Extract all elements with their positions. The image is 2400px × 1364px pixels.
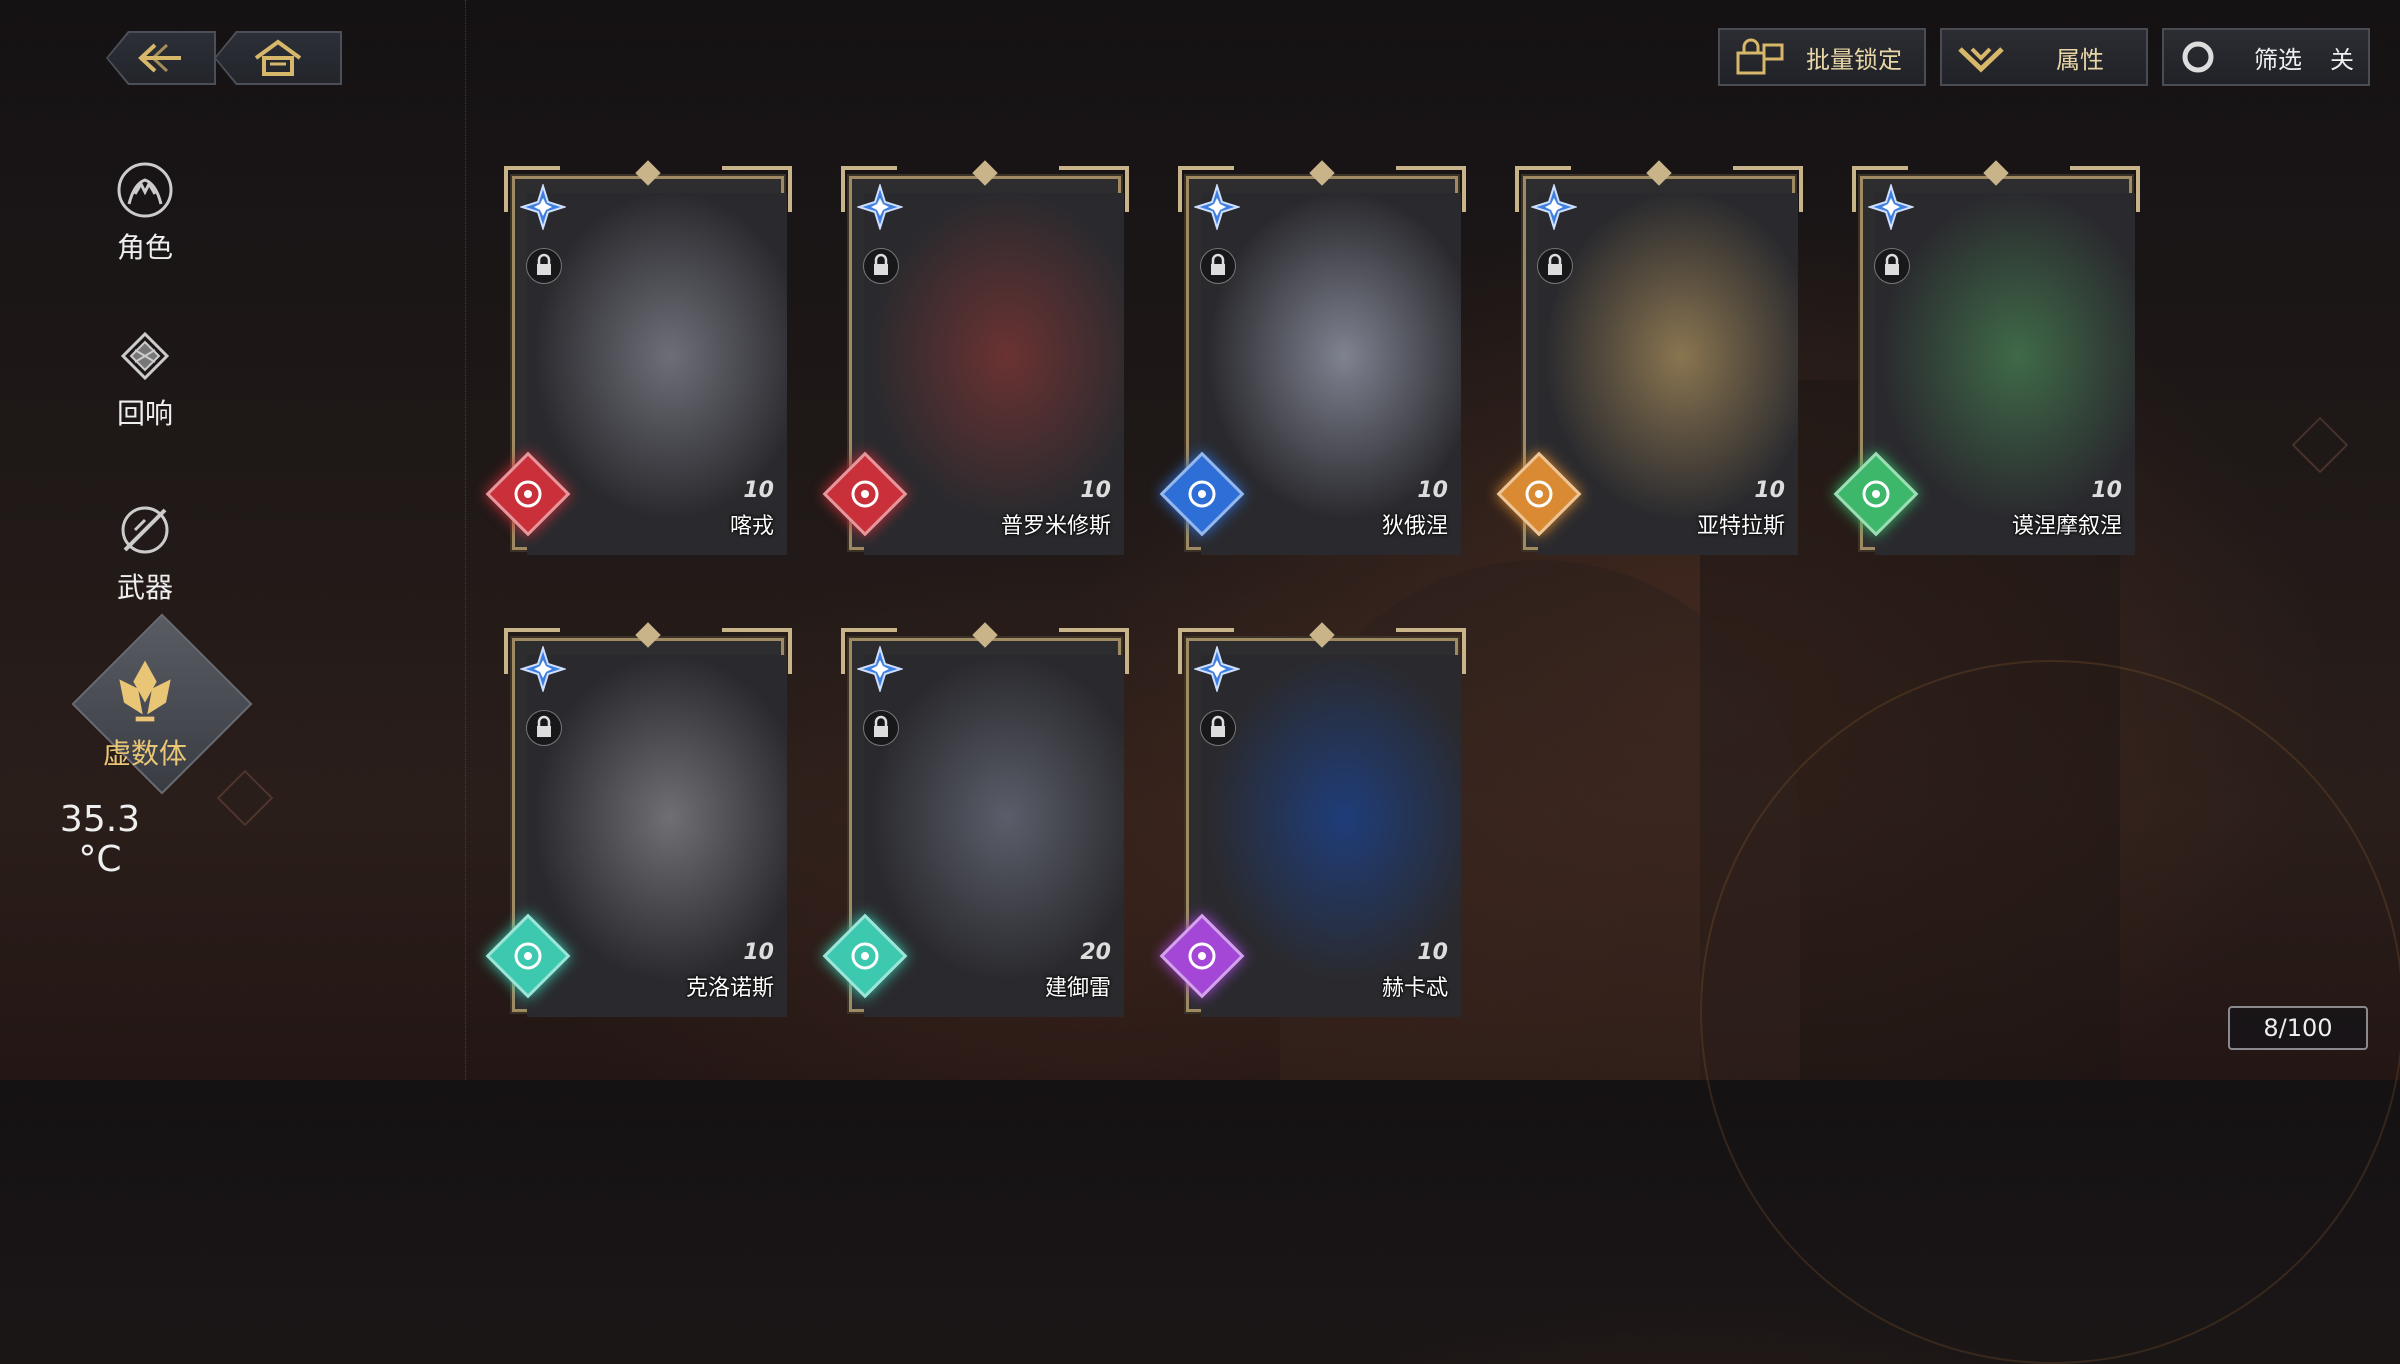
- card-level: 10: [743, 940, 774, 965]
- lock-icon: [537, 715, 551, 737]
- home-button[interactable]: [214, 31, 342, 85]
- sidebar-item-label: 角色: [116, 231, 173, 264]
- element-badge: [822, 913, 908, 999]
- back-arrow-icon: [138, 43, 181, 73]
- lock-icon: [537, 253, 551, 275]
- lock-icon: [874, 253, 888, 275]
- attribute-icon: [1958, 47, 2004, 73]
- temperature-readout: 35.3 °C: [40, 800, 160, 880]
- lock-icon: [1211, 253, 1225, 275]
- card-level: 10: [1754, 478, 1785, 503]
- card-level: 10: [743, 478, 774, 503]
- echo-icon: [120, 331, 170, 381]
- imaginary-card-6[interactable]: 10 克洛诺斯: [485, 622, 790, 1020]
- attribute-button[interactable]: 属性: [1940, 28, 2148, 86]
- sidebar-item-weapon[interactable]: 武器: [80, 500, 210, 606]
- card-level: 20: [1080, 940, 1111, 965]
- element-badge: [485, 451, 571, 537]
- imaginary-card-7[interactable]: 20 建御雷: [822, 622, 1127, 1020]
- element-icon: [1188, 942, 1216, 970]
- lock-icon: [1211, 715, 1225, 737]
- sidebar-item-label: 虚数体: [102, 737, 187, 770]
- lock-toggle[interactable]: [1537, 248, 1573, 284]
- temperature-value: 35.3: [59, 799, 141, 840]
- lock-toggle[interactable]: [863, 248, 899, 284]
- element-icon: [851, 942, 879, 970]
- imaginary-card-8[interactable]: 10 赫卡忒: [1159, 622, 1464, 1020]
- card-name: 建御雷: [1044, 976, 1111, 1001]
- home-icon: [254, 39, 302, 76]
- filter-state: 关: [2330, 45, 2354, 74]
- imaginary-card-1[interactable]: 10 喀戎: [485, 160, 790, 558]
- background-diamond: [216, 769, 274, 827]
- imaginary-card-5[interactable]: 10 谟涅摩叙涅: [1833, 160, 2138, 558]
- batch-lock-icon: [1736, 38, 1784, 75]
- sidebar-item-label: 回响: [116, 397, 173, 430]
- toggle-circle-icon: [2182, 41, 2214, 73]
- rank-star-icon: [857, 184, 903, 230]
- card-level: 10: [1080, 478, 1111, 503]
- element-icon: [851, 480, 879, 508]
- element-badge: [822, 451, 908, 537]
- rank-star-icon: [1194, 184, 1240, 230]
- lock-toggle[interactable]: [863, 710, 899, 746]
- imaginary-card-3[interactable]: 10 狄俄涅: [1159, 160, 1464, 558]
- filter-label: 筛选: [2254, 45, 2302, 74]
- card-level: 10: [2091, 478, 2122, 503]
- card-name: 狄俄涅: [1381, 514, 1448, 539]
- batch-lock-button[interactable]: 批量锁定: [1718, 28, 1926, 86]
- element-icon: [514, 942, 542, 970]
- element-badge: [1833, 451, 1919, 537]
- rank-star-icon: [520, 646, 566, 692]
- batch-lock-label: 批量锁定: [1806, 45, 1902, 74]
- character-icon: [117, 162, 173, 218]
- lock-icon: [874, 715, 888, 737]
- filter-toggle-button[interactable]: 筛选 关: [2162, 28, 2370, 86]
- rank-star-icon: [1868, 184, 1914, 230]
- lock-icon: [1548, 253, 1562, 275]
- sidebar-item-character[interactable]: 角色: [80, 160, 210, 266]
- element-badge: [1496, 451, 1582, 537]
- lock-toggle[interactable]: [1874, 248, 1910, 284]
- element-icon: [1862, 480, 1890, 508]
- attribute-label: 属性: [2056, 45, 2104, 74]
- back-button[interactable]: [106, 31, 216, 85]
- element-badge: [485, 913, 571, 999]
- background-diamond: [2291, 416, 2349, 474]
- card-name: 喀戎: [729, 514, 774, 539]
- element-badge: [1159, 451, 1245, 537]
- card-name: 克洛诺斯: [685, 976, 774, 1001]
- element-icon: [1525, 480, 1553, 508]
- card-name: 谟涅摩叙涅: [2011, 514, 2122, 539]
- lock-toggle[interactable]: [526, 248, 562, 284]
- rank-star-icon: [857, 646, 903, 692]
- collection-count: 8/100: [2228, 1006, 2368, 1050]
- card-level: 10: [1417, 940, 1448, 965]
- element-badge: [1159, 913, 1245, 999]
- background-dotted-line: [465, 0, 466, 1080]
- element-icon: [514, 480, 542, 508]
- element-icon: [1188, 480, 1216, 508]
- imaginary-card-4[interactable]: 10 亚特拉斯: [1496, 160, 1801, 558]
- sidebar-item-imaginary[interactable]: 虚数体: [80, 656, 210, 772]
- sidebar-item-echo[interactable]: 回响: [80, 326, 210, 432]
- lock-toggle[interactable]: [526, 710, 562, 746]
- lock-toggle[interactable]: [1200, 710, 1236, 746]
- lock-toggle[interactable]: [1200, 248, 1236, 284]
- imaginary-card-2[interactable]: 10 普罗米修斯: [822, 160, 1127, 558]
- lock-icon: [1885, 253, 1899, 275]
- rank-star-icon: [1531, 184, 1577, 230]
- imaginary-icon: [119, 660, 171, 722]
- temperature-unit: °C: [78, 839, 122, 880]
- weapon-icon: [121, 506, 169, 554]
- rank-star-icon: [520, 184, 566, 230]
- card-level: 10: [1417, 478, 1448, 503]
- rank-star-icon: [1194, 646, 1240, 692]
- card-name: 赫卡忒: [1381, 976, 1448, 1001]
- card-name: 亚特拉斯: [1696, 514, 1785, 539]
- sidebar-item-label: 武器: [116, 571, 173, 604]
- card-name: 普罗米修斯: [1000, 514, 1111, 539]
